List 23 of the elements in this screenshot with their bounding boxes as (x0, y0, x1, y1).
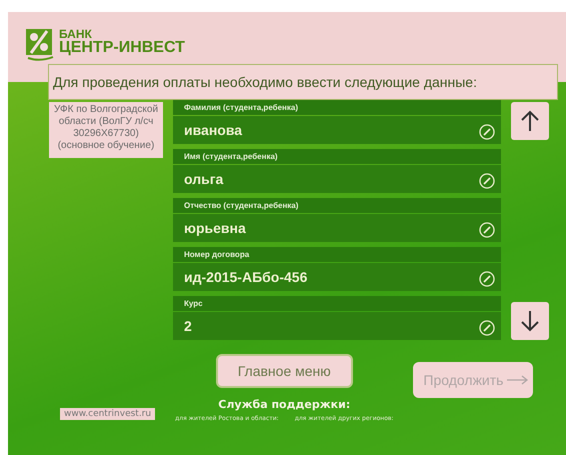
scroll-down-button[interactable] (511, 302, 549, 340)
field-label: Отчество (студента,ребенка) (173, 198, 501, 213)
logo-text: БАНК (59, 28, 92, 40)
input-field[interactable]: ид-2015-АБбо-456 (173, 263, 501, 291)
field-label: Курс (173, 296, 501, 311)
field-label: Фамилия (студента,ребенка) (173, 100, 501, 115)
right-arrow-icon (507, 375, 530, 385)
input-field[interactable]: ольга (173, 165, 501, 193)
main-menu-button[interactable]: Главное меню (216, 354, 353, 388)
input-field[interactable]: 2 (173, 312, 501, 340)
recipient-label: УФК по Волгоградской области (ВолГУ л/сч 30296Х67730) (основное обучение) (49, 102, 163, 158)
field-label: Номер договора (173, 247, 501, 262)
up-arrow-icon (520, 110, 540, 132)
bank-logo-icon (25, 28, 55, 62)
input-field[interactable]: юрьевна (173, 214, 501, 242)
support-title: Служба поддержки: (218, 398, 350, 411)
prompt-banner: Для проведения оплаты необходимо ввести следующие данные: (48, 64, 558, 100)
field-label: Имя (студента,ребенка) (173, 149, 501, 164)
input-field[interactable]: иванова (173, 116, 501, 144)
logo-text: ЦЕНТР-ИНВЕСТ (59, 40, 185, 56)
scroll-up-button[interactable] (511, 102, 549, 140)
website-link[interactable]: www.centrinvest.ru (60, 408, 156, 420)
down-arrow-icon (520, 310, 540, 332)
